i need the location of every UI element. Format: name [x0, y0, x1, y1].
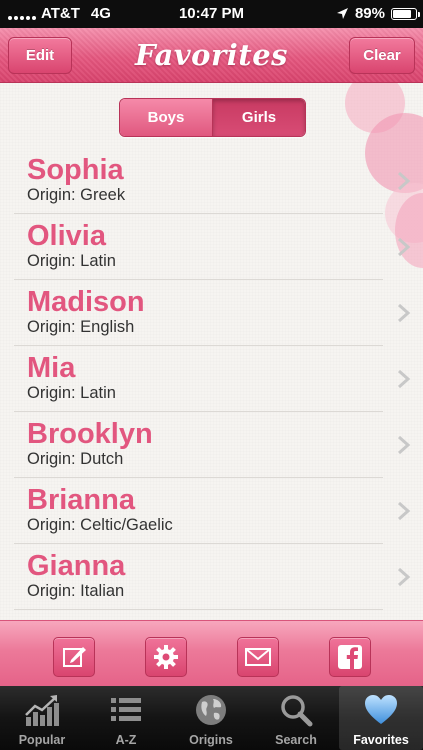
- action-toolbar: [0, 620, 423, 687]
- tab-popular[interactable]: Popular: [0, 686, 84, 750]
- name-origin: Origin: Latin: [27, 384, 116, 402]
- trend-chart-icon: [25, 695, 59, 726]
- list-item[interactable]: Sophia Origin: Greek: [0, 148, 423, 214]
- tab-label: Favorites: [353, 733, 409, 747]
- list-item[interactable]: Olivia Origin: Latin: [0, 214, 423, 280]
- baby-name: Olivia: [27, 220, 106, 252]
- battery-icon: [391, 7, 420, 20]
- baby-name: Gianna: [27, 550, 126, 582]
- list-item[interactable]: Gianna Origin: Italian: [0, 544, 423, 610]
- baby-name: Madison: [27, 286, 145, 318]
- baby-name: Brooklyn: [27, 418, 153, 450]
- segment-girls[interactable]: Girls: [213, 99, 305, 136]
- favorites-content[interactable]: Boys Girls Sophia Origin: Greek Olivia O…: [0, 83, 423, 620]
- tab-favorites[interactable]: Favorites: [339, 686, 423, 750]
- baby-name: Sophia: [27, 154, 124, 186]
- compose-icon: [63, 647, 86, 667]
- facebook-icon: [338, 645, 362, 669]
- tab-label: A-Z: [115, 733, 137, 747]
- baby-name: Mia: [27, 352, 76, 384]
- gear-icon: [154, 645, 178, 669]
- globe-icon: [196, 695, 226, 725]
- row-separator: [14, 609, 383, 610]
- list-item[interactable]: Brooklyn Origin: Dutch: [0, 412, 423, 478]
- name-origin: Origin: Greek: [27, 186, 126, 204]
- compose-button[interactable]: [53, 637, 95, 677]
- name-origin: Origin: Dutch: [27, 450, 124, 468]
- chevron-right-icon: [398, 501, 411, 521]
- favorites-list: Sophia Origin: Greek Olivia Origin: Lati…: [0, 148, 423, 610]
- chevron-right-icon: [398, 369, 411, 389]
- name-origin: Origin: Latin: [27, 252, 116, 270]
- chevron-right-icon: [398, 567, 411, 587]
- name-origin: Origin: Celtic/Gaelic: [27, 516, 173, 534]
- name-origin: Origin: English: [27, 318, 135, 336]
- tab-bar: Popular A-Z Origins Search Favorites: [0, 686, 423, 750]
- status-bar: AT&T 4G 10:47 PM 89%: [0, 0, 423, 28]
- settings-button[interactable]: [145, 637, 187, 677]
- tab-origins[interactable]: Origins: [169, 686, 253, 750]
- location-arrow-icon: [336, 8, 348, 19]
- tab-label: Popular: [18, 733, 66, 747]
- facebook-button[interactable]: [329, 637, 371, 677]
- tab-search[interactable]: Search: [254, 686, 338, 750]
- list-item[interactable]: Madison Origin: English: [0, 280, 423, 346]
- gender-segmented-control: Boys Girls: [119, 98, 306, 137]
- tab-label: Search: [275, 733, 317, 747]
- battery-percent: 89%: [354, 5, 385, 22]
- list-icon: [111, 698, 141, 721]
- magnifier-icon: [281, 695, 313, 727]
- chevron-right-icon: [398, 435, 411, 455]
- navigation-bar: Edit Favorites Clear: [0, 28, 423, 83]
- baby-name: Brianna: [27, 484, 135, 516]
- tab-label: Origins: [189, 733, 233, 747]
- name-origin: Origin: Italian: [27, 582, 125, 600]
- clear-button[interactable]: Clear: [349, 37, 415, 74]
- tab-a-z[interactable]: A-Z: [84, 686, 168, 750]
- mail-icon: [245, 648, 271, 666]
- chevron-right-icon: [398, 303, 411, 323]
- email-button[interactable]: [237, 637, 279, 677]
- list-item[interactable]: Mia Origin: Latin: [0, 346, 423, 412]
- chevron-right-icon: [398, 171, 411, 191]
- chevron-right-icon: [398, 237, 411, 257]
- list-item[interactable]: Brianna Origin: Celtic/Gaelic: [0, 478, 423, 544]
- heart-icon: [365, 695, 397, 724]
- segment-boys[interactable]: Boys: [120, 99, 213, 136]
